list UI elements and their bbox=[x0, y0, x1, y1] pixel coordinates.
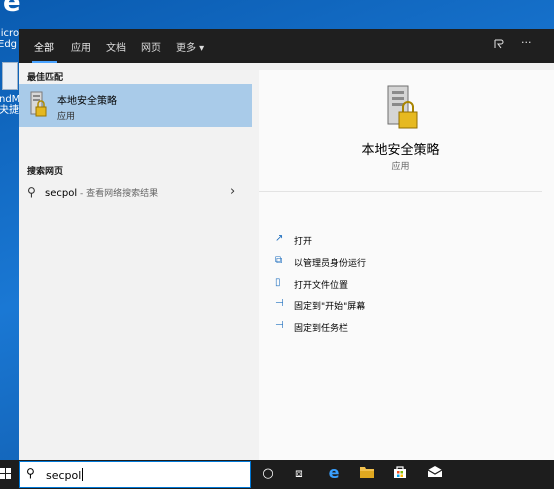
feedback-icon[interactable] bbox=[493, 38, 505, 53]
action-label: 打开文件位置 bbox=[294, 281, 349, 291]
server-lock-icon bbox=[30, 91, 47, 117]
task-view-icon[interactable]: ⧈ bbox=[290, 466, 308, 481]
chevron-right-icon[interactable]: › bbox=[230, 184, 235, 199]
search-filter-bar: 全部 应用 文档 网页 更多 ▾ ··· bbox=[19, 29, 554, 63]
action-label: 固定到任务栏 bbox=[294, 324, 349, 334]
server-lock-icon bbox=[387, 85, 418, 129]
tab-documents[interactable]: 文档 bbox=[106, 39, 126, 54]
desktop-icon-label: licro Edg bbox=[0, 28, 20, 50]
folder-location-icon: ▯ bbox=[275, 277, 281, 288]
action-label: 打开 bbox=[294, 237, 313, 247]
search-icon: ⚲ bbox=[26, 466, 35, 480]
results-list: 最佳匹配 本地安全策略 应用 搜索网页 ⚲ secpol - 查看网络搜索结果 … bbox=[19, 63, 252, 460]
pin-start-icon: ⊣ bbox=[275, 298, 284, 309]
search-icon: ⚲ bbox=[27, 185, 36, 199]
taskbar-search-input[interactable]: ⚲ secpol bbox=[19, 461, 251, 488]
divider bbox=[259, 191, 542, 192]
web-search-item[interactable]: ⚲ secpol - 查看网络搜索结果 › bbox=[19, 182, 252, 206]
best-match-header: 最佳匹配 bbox=[27, 73, 64, 83]
text-caret bbox=[82, 468, 84, 481]
file-explorer-icon[interactable] bbox=[358, 465, 376, 483]
best-match-name: 本地安全策略 bbox=[57, 96, 117, 107]
desktop-icon-shortcut[interactable]: ndM 夬捷 bbox=[0, 62, 20, 122]
tab-web[interactable]: 网页 bbox=[141, 39, 161, 54]
pin-taskbar-icon: ⊣ bbox=[275, 320, 284, 331]
best-match-type: 应用 bbox=[57, 112, 76, 122]
detail-pane: 本地安全策略 应用 ↗ 打开 ⧉ 以管理员身份运行 ▯ 打开文件位置 ⊣ 固定到… bbox=[259, 70, 554, 460]
web-query: secpol bbox=[45, 188, 78, 199]
open-icon: ↗ bbox=[275, 233, 284, 244]
best-match-item[interactable]: 本地安全策略 应用 bbox=[19, 84, 252, 127]
store-icon[interactable] bbox=[391, 465, 409, 483]
taskbar: ⚲ secpol ○ ⧈ e bbox=[0, 460, 554, 489]
detail-type: 应用 bbox=[391, 162, 410, 172]
cortana-icon[interactable]: ○ bbox=[259, 466, 277, 481]
more-options-icon[interactable]: ··· bbox=[521, 36, 532, 49]
detail-title: 本地安全策略 bbox=[361, 143, 440, 158]
search-value: secpol bbox=[46, 469, 82, 482]
mail-icon[interactable] bbox=[426, 465, 444, 482]
action-label: 以管理员身份运行 bbox=[294, 259, 367, 269]
web-search-header: 搜索网页 bbox=[27, 167, 64, 177]
search-panel: 全部 应用 文档 网页 更多 ▾ ··· 最佳匹配 本地安全策略 应用 搜索网页… bbox=[19, 29, 554, 460]
tab-apps[interactable]: 应用 bbox=[71, 39, 91, 54]
edge-icon: e bbox=[3, 0, 21, 18]
desktop-icon-label: ndM 夬捷 bbox=[0, 94, 21, 116]
web-query-hint: - 查看网络搜索结果 bbox=[77, 189, 159, 199]
admin-run-icon: ⧉ bbox=[275, 255, 283, 266]
action-label: 固定到"开始"屏幕 bbox=[294, 302, 366, 312]
tab-more[interactable]: 更多 ▾ bbox=[176, 39, 204, 54]
edge-icon[interactable]: e bbox=[325, 463, 343, 482]
windows-start-icon[interactable] bbox=[0, 468, 12, 480]
document-icon bbox=[2, 62, 18, 90]
tab-all[interactable]: 全部 bbox=[34, 39, 54, 54]
